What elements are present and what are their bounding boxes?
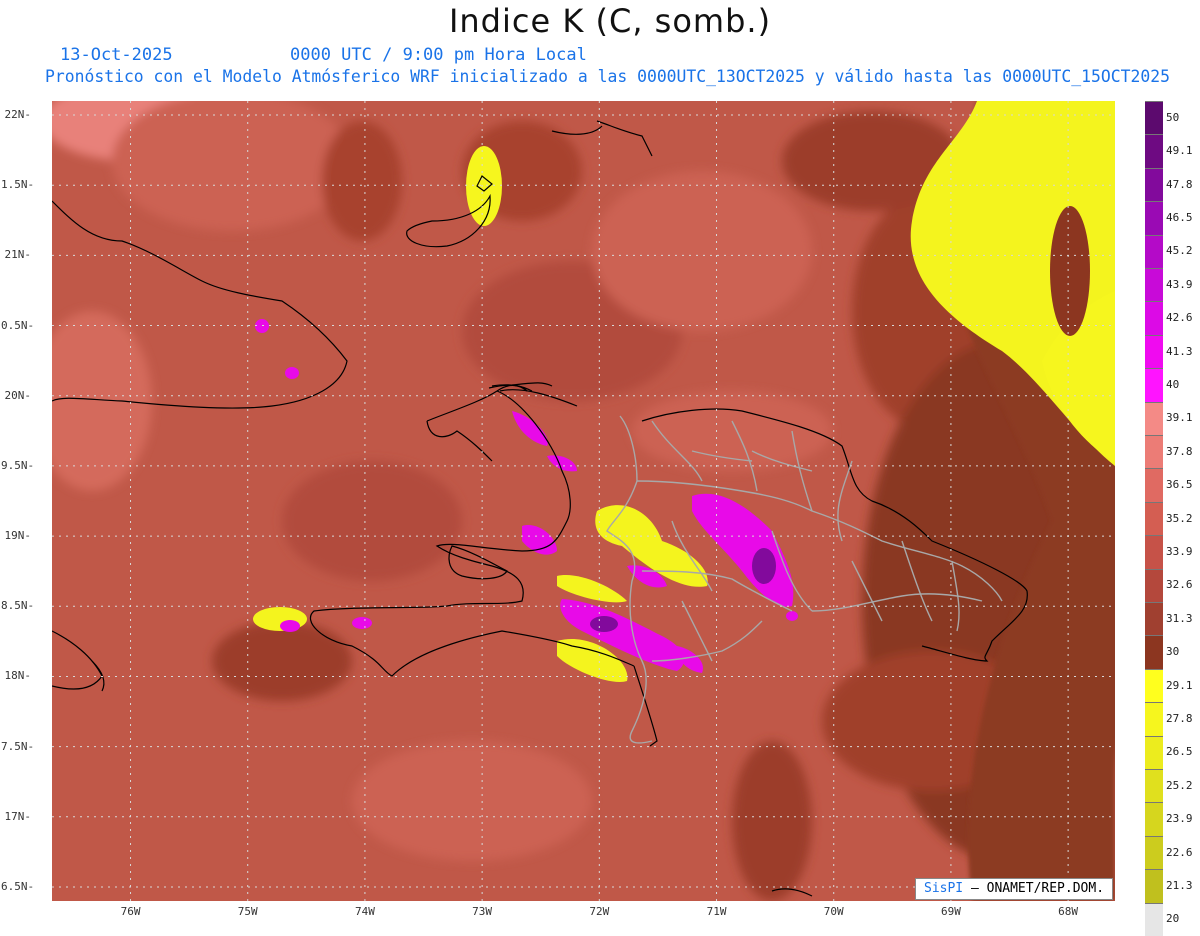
- colorbar-segment: [1145, 201, 1163, 235]
- colorbar-label: 20: [1166, 912, 1180, 926]
- colorbar-segment: [1145, 702, 1163, 736]
- colorbar-segment: [1145, 635, 1163, 669]
- colorbar-label: 42.6: [1166, 311, 1193, 325]
- colorbar-segment: [1145, 869, 1163, 903]
- forecast-time: 0000 UTC / 9:00 pm Hora Local: [290, 45, 587, 65]
- lat-tick-label: 19N-: [4, 529, 32, 543]
- credit-box: SisPI – ONAMET/REP.DOM.: [915, 878, 1114, 900]
- lon-tick-label: 68W: [1058, 905, 1079, 918]
- lon-tick-label: 74W: [354, 905, 375, 918]
- colorbar-label: 43.9: [1166, 277, 1193, 291]
- colorbar-label: 40: [1166, 377, 1180, 391]
- lat-tick-label: 17N-: [4, 809, 32, 823]
- colorbar-label: 21.3: [1166, 878, 1193, 892]
- k-index-map: [52, 101, 1115, 901]
- colorbar-segment: [1145, 735, 1163, 769]
- colorbar-segment: [1145, 802, 1163, 836]
- forecast-subtitle: Pronóstico con el Modelo Atmósferico WRF…: [45, 67, 1170, 86]
- colorbar-label: 22.6: [1166, 845, 1193, 859]
- lon-tick-label: 75W: [237, 905, 258, 918]
- lat-tick-label: 7.5N-: [1, 739, 35, 753]
- colorbar-label: 30: [1166, 645, 1180, 659]
- colorbar-segment: [1145, 368, 1163, 402]
- lat-tick-label: 8.5N-: [1, 599, 35, 613]
- colorbar-segment: [1145, 167, 1163, 202]
- lat-tick-label: 20N-: [4, 388, 32, 402]
- colorbar-segment: [1145, 234, 1163, 268]
- colorbar-label: 31.3: [1166, 611, 1193, 625]
- lat-tick-label: 18N-: [4, 669, 32, 683]
- colorbar-label: 27.8: [1166, 711, 1193, 725]
- colorbar-label: 41.3: [1166, 344, 1193, 358]
- colorbar-segment: [1145, 535, 1163, 569]
- lat-tick-label: 21N-: [4, 248, 32, 262]
- lon-tick-label: 69W: [940, 905, 961, 918]
- colorbar-segment: [1145, 501, 1163, 536]
- colorbar-segment: [1145, 301, 1163, 335]
- lat-tick-label: 1.5N-: [1, 178, 35, 192]
- colorbar-label: 39.1: [1166, 411, 1193, 425]
- forecast-date: 13-Oct-2025: [60, 45, 173, 65]
- lon-tick-label: 73W: [472, 905, 493, 918]
- colorbar: [1145, 101, 1163, 936]
- colorbar-segment: [1145, 101, 1163, 135]
- colorbar-label: 23.9: [1166, 812, 1193, 826]
- lat-tick-label: 6.5N-: [1, 879, 35, 893]
- credit-text: – ONAMET/REP.DOM.: [963, 881, 1105, 896]
- colorbar-label: 33.9: [1166, 544, 1193, 558]
- colorbar-segment: [1145, 902, 1163, 936]
- colorbar-segment: [1145, 568, 1163, 602]
- lon-tick-label: 76W: [120, 905, 141, 918]
- lat-tick-label: 22N-: [4, 108, 32, 122]
- colorbar-label: 35.2: [1166, 511, 1193, 525]
- colorbar-label: 45.2: [1166, 244, 1193, 258]
- colorbar-label: 37.8: [1166, 444, 1193, 458]
- colorbar-label: 46.5: [1166, 210, 1193, 224]
- colorbar-segment: [1145, 268, 1163, 302]
- lon-tick-label: 71W: [706, 905, 727, 918]
- colorbar-label: 26.5: [1166, 745, 1193, 759]
- colorbar-label: 25.2: [1166, 778, 1193, 792]
- colorbar-label: 32.6: [1166, 578, 1193, 592]
- colorbar-label: 36.5: [1166, 478, 1193, 492]
- colorbar-segment: [1145, 334, 1163, 369]
- lon-tick-label: 72W: [589, 905, 610, 918]
- colorbar-label: 47.8: [1166, 177, 1193, 191]
- colorbar-segment: [1145, 134, 1163, 168]
- colorbar-label: 49.1: [1166, 144, 1193, 158]
- colorbar-segment: [1145, 769, 1163, 803]
- colorbar-segment: [1145, 668, 1163, 703]
- lat-tick-label: 9.5N-: [1, 458, 35, 472]
- colorbar-label: 50: [1166, 110, 1180, 124]
- colorbar-segment: [1145, 835, 1163, 870]
- colorbar-segment: [1145, 468, 1163, 502]
- colorbar-segment: [1145, 401, 1163, 435]
- credit-brand: SisPI: [924, 881, 964, 896]
- colorbar-segment: [1145, 602, 1163, 636]
- colorbar-label: 29.1: [1166, 678, 1193, 692]
- lat-tick-label: 0.5N-: [1, 318, 35, 332]
- colorbar-segment: [1145, 435, 1163, 469]
- lon-tick-label: 70W: [823, 905, 844, 918]
- map-title: Indice K (C, somb.): [448, 2, 772, 40]
